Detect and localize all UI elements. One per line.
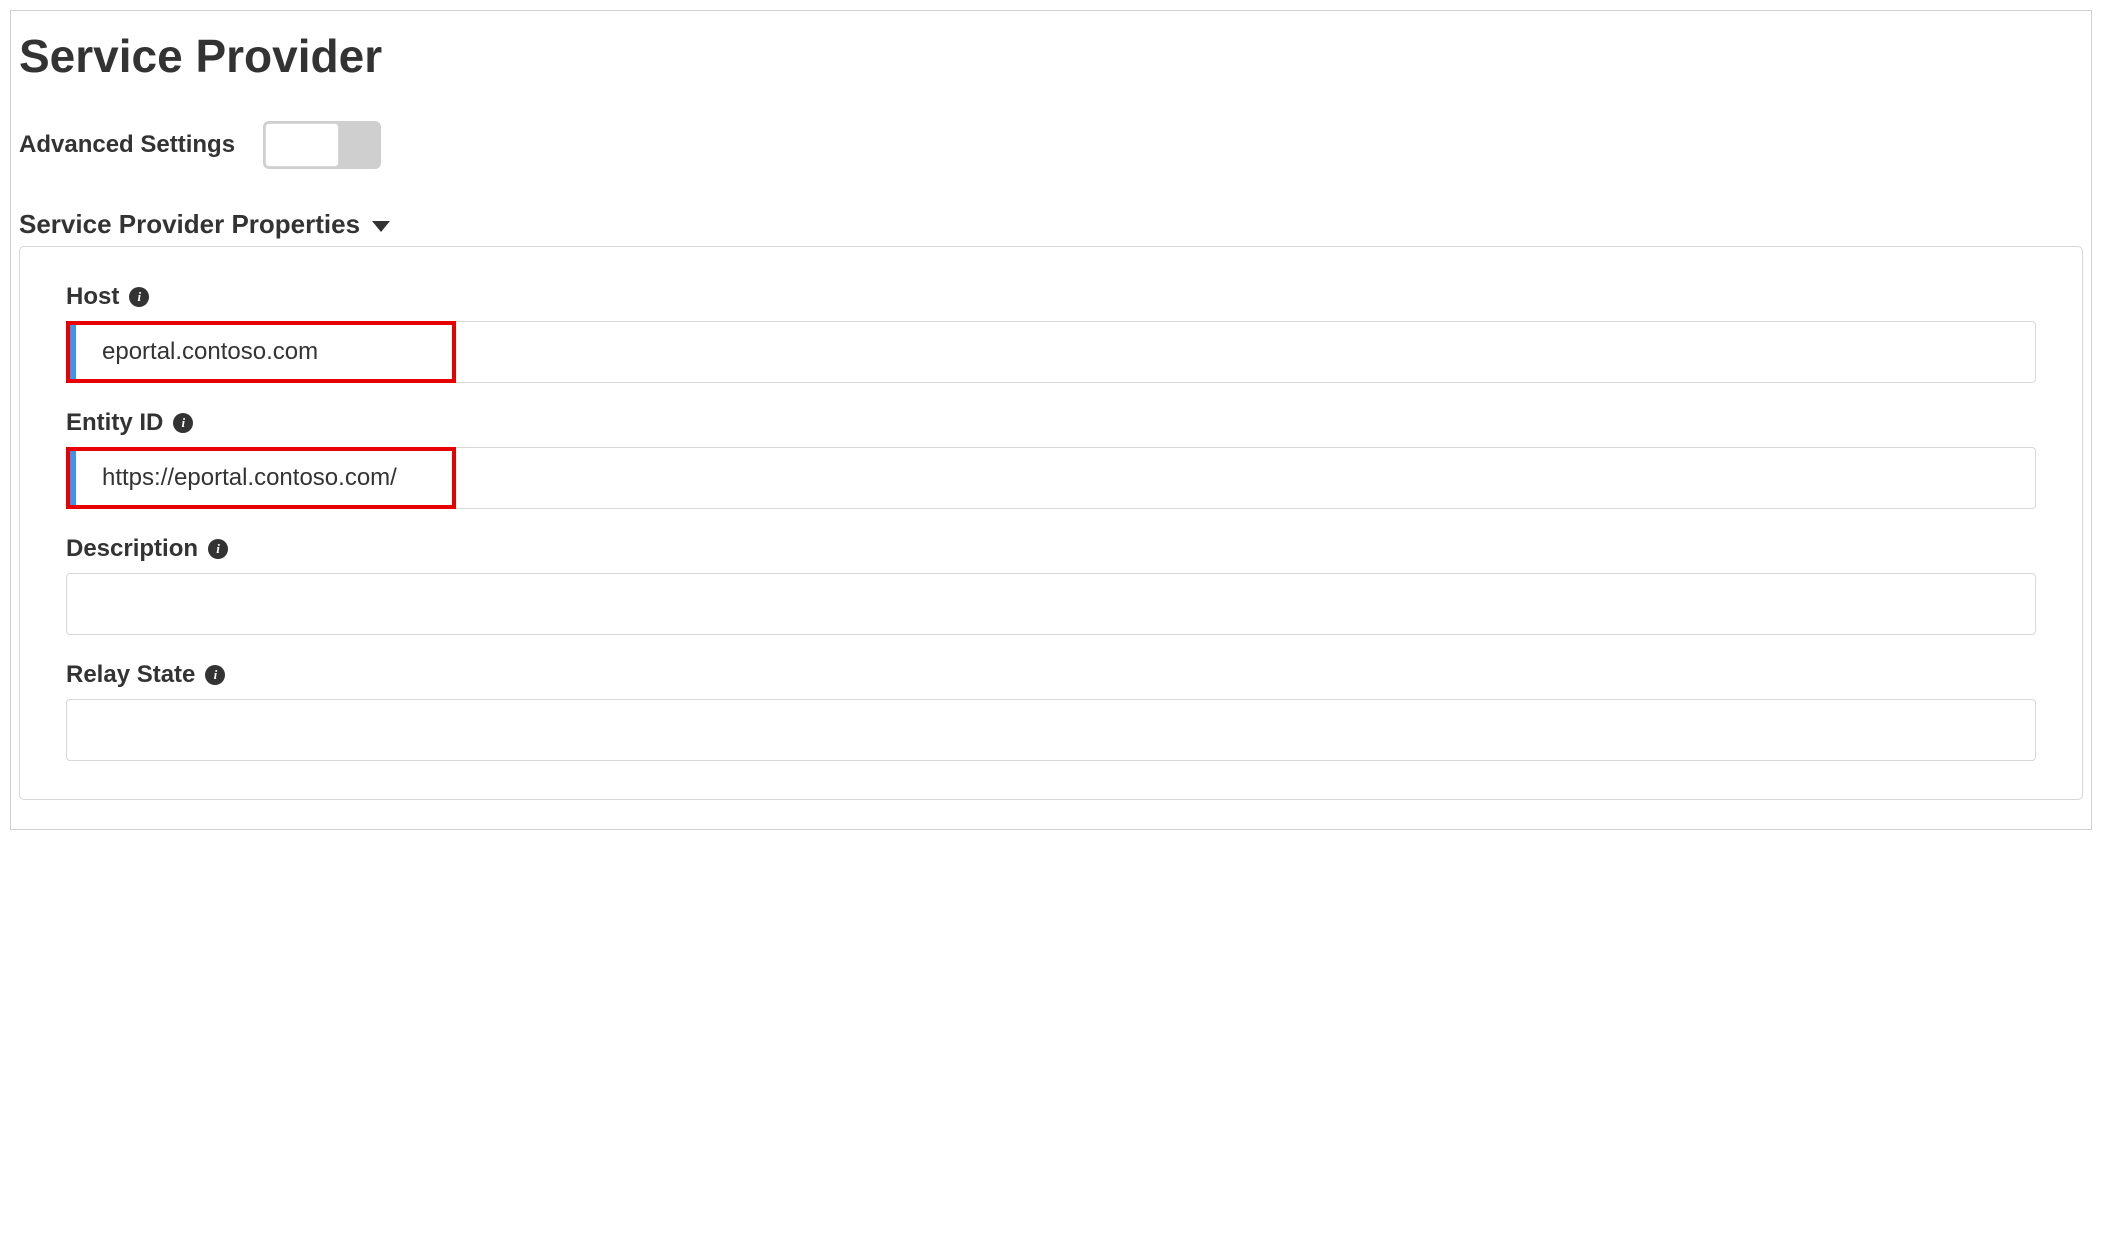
- entity-id-input-wrap: [66, 447, 2036, 509]
- sp-properties-panel: Host i Entity ID i Description i: [19, 246, 2083, 800]
- advanced-settings-label: Advanced Settings: [19, 131, 235, 159]
- info-icon[interactable]: i: [173, 413, 193, 433]
- sp-properties-title: Service Provider Properties: [19, 209, 360, 240]
- relay-state-input-wrap: [66, 699, 2036, 761]
- entity-id-field: Entity ID i: [66, 409, 2036, 509]
- relay-state-label: Relay State: [66, 661, 195, 689]
- advanced-settings-toggle[interactable]: [263, 121, 381, 169]
- description-input-wrap: [66, 573, 2036, 635]
- advanced-settings-row: Advanced Settings: [19, 121, 2087, 169]
- host-label: Host: [66, 283, 119, 311]
- relay-state-input[interactable]: [66, 699, 2036, 761]
- entity-id-label-row: Entity ID i: [66, 409, 2036, 437]
- entity-id-input[interactable]: [66, 447, 2036, 509]
- info-icon[interactable]: i: [208, 539, 228, 559]
- relay-state-label-row: Relay State i: [66, 661, 2036, 689]
- info-icon[interactable]: i: [129, 287, 149, 307]
- entity-id-label: Entity ID: [66, 409, 163, 437]
- relay-state-field: Relay State i: [66, 661, 2036, 761]
- toggle-knob: [265, 123, 339, 167]
- info-icon[interactable]: i: [205, 665, 225, 685]
- description-field: Description i: [66, 535, 2036, 635]
- host-label-row: Host i: [66, 283, 2036, 311]
- host-field: Host i: [66, 283, 2036, 383]
- host-input[interactable]: [66, 321, 2036, 383]
- page-title: Service Provider: [19, 29, 2087, 83]
- service-provider-page: Service Provider Advanced Settings Servi…: [10, 10, 2092, 830]
- description-input[interactable]: [66, 573, 2036, 635]
- sp-properties-header[interactable]: Service Provider Properties: [19, 209, 2087, 240]
- caret-down-icon: [372, 221, 390, 232]
- host-input-wrap: [66, 321, 2036, 383]
- description-label-row: Description i: [66, 535, 2036, 563]
- description-label: Description: [66, 535, 198, 563]
